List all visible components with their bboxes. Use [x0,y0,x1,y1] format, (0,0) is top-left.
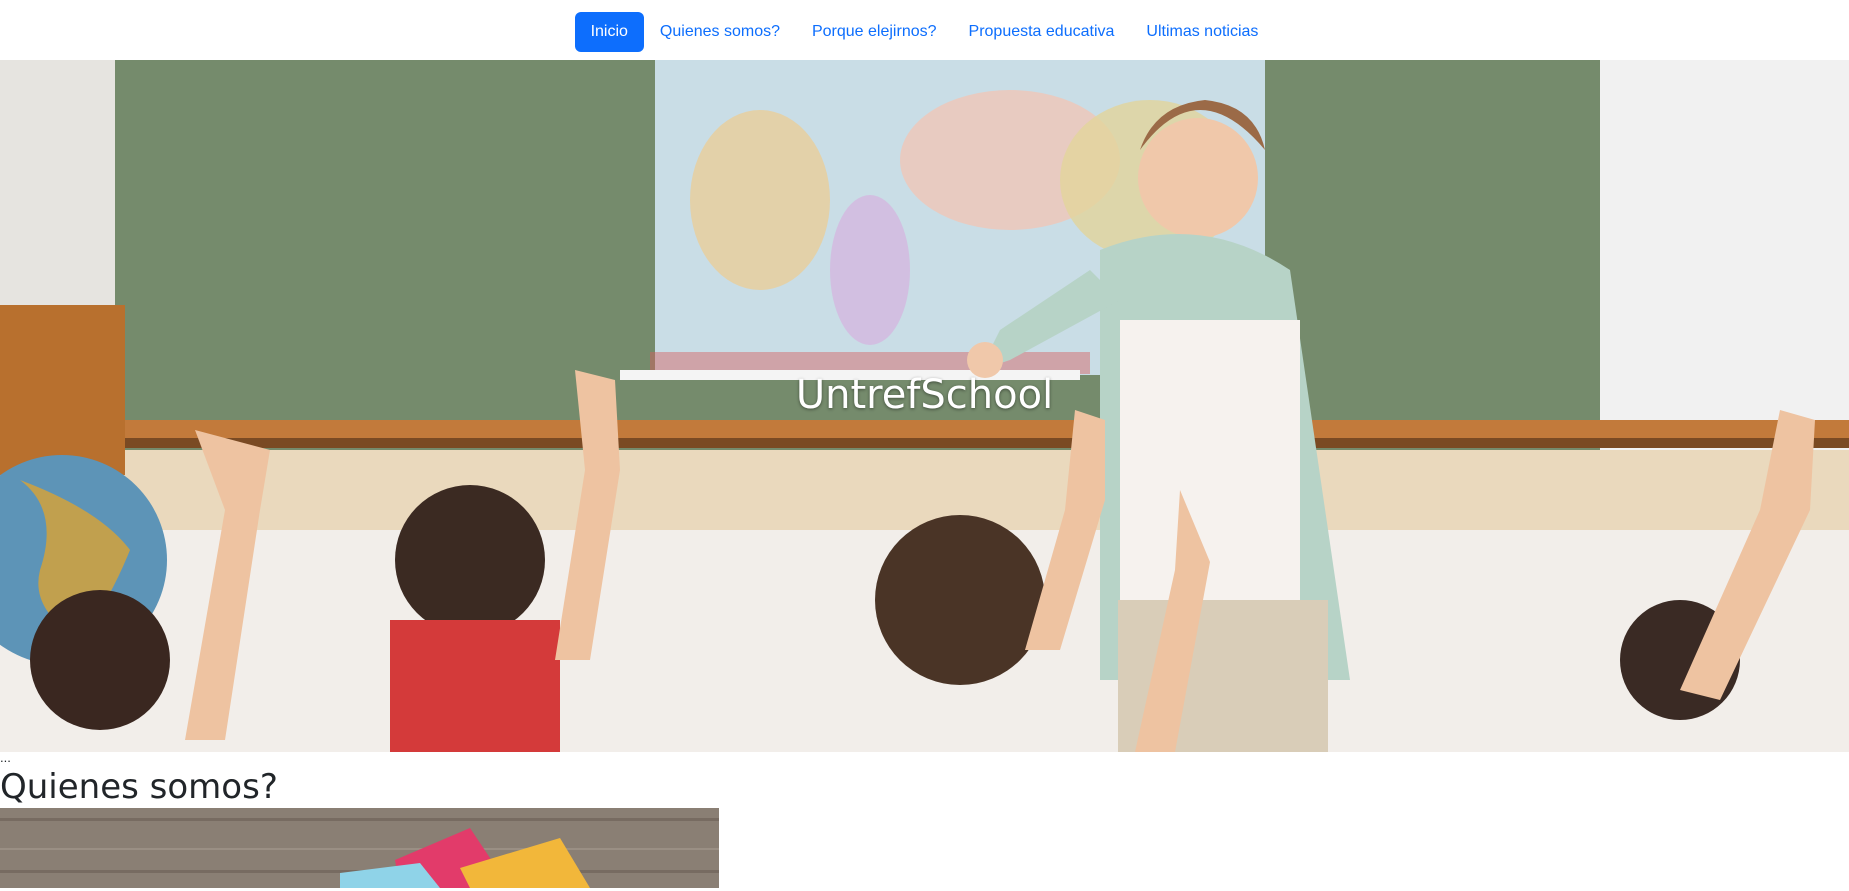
quienes-somos-image [0,808,719,888]
colored-papers-image [0,808,719,888]
hero-title: UntrefSchool [795,372,1054,418]
nav-link-inicio[interactable]: Inicio [574,12,644,52]
nav-list: Inicio Quienes somos? Porque elejirnos? … [574,12,1275,52]
top-navbar: Inicio Quienes somos? Porque elejirnos? … [0,0,1849,60]
ellipsis-text: ... [0,750,11,765]
nav-link-propuesta-educativa[interactable]: Propuesta educativa [953,12,1131,52]
nav-link-porque-elejirnos[interactable]: Porque elejirnos? [796,12,953,52]
nav-link-quienes-somos[interactable]: Quienes somos? [644,12,796,52]
section-title-quienes-somos: Quienes somos? [0,767,278,807]
hero-banner: UntrefSchool [0,60,1849,752]
nav-link-ultimas-noticias[interactable]: Ultimas noticias [1130,12,1274,52]
